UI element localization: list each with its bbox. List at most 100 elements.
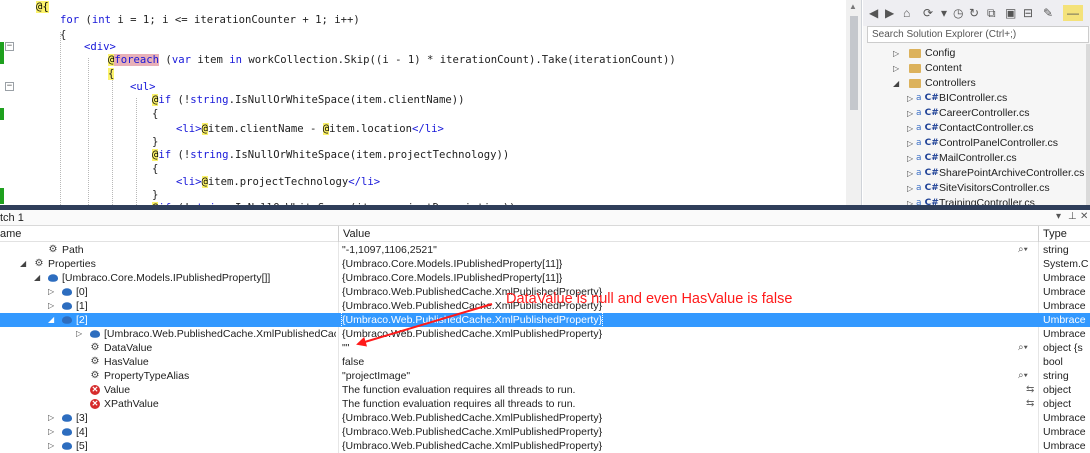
watch-value-cell[interactable]: false [342,355,364,369]
code-line[interactable]: { [60,28,66,42]
fold-collapse-icon[interactable]: − [5,42,14,51]
solution-item[interactable]: ▷ a C# TrainingController.cs [863,196,1085,205]
watch-value-cell[interactable]: "projectImage" [342,369,410,383]
fold-collapse-icon[interactable]: − [5,82,14,91]
code-line[interactable]: } [152,135,158,149]
watch-row[interactable]: ⚙ PropertyTypeAlias "projectImage" ⌕▾ string [0,369,1090,383]
watch-row[interactable]: ⚙ DataValue "" ⌕▾ object {s [0,341,1090,355]
expand-arrow-icon[interactable]: ▷ [48,299,54,313]
solution-item[interactable]: ▷ a C# SharePointArchiveController.cs [863,166,1085,181]
refresh-icon[interactable]: ↻ [969,5,979,21]
code-line[interactable]: } [152,188,158,202]
watch-value-cell[interactable]: {Umbraco.Core.Models.IPublishedProperty[… [342,257,562,271]
dropdown-icon[interactable]: ▾ [941,5,947,21]
collapse-arrow-icon[interactable]: ◢ [20,257,26,271]
window-position-dropdown-icon[interactable]: ▾ [1056,211,1061,222]
solution-item[interactable]: ▷ a C# BIController.cs [863,91,1085,106]
watch-row[interactable]: ✕ XPathValue The function evaluation requi… [0,397,1090,411]
code-line[interactable]: for (int i = 1; i <= iterationCounter + … [60,13,360,27]
expand-arrow-icon[interactable]: ▷ [907,121,913,136]
scroll-up-icon[interactable]: ▲ [849,2,857,11]
expand-arrow-icon[interactable]: ▷ [907,181,913,196]
watch-row[interactable]: ✕ Value The function evaluation requires a… [0,383,1090,397]
expand-arrow-icon[interactable]: ▷ [907,136,913,151]
watch-row[interactable]: ⚙ Path "-1,1097,1106,2521" ⌕▾ string [0,243,1090,257]
collapse-arrow-icon[interactable]: ◢ [34,271,40,285]
scrollbar-thumb[interactable] [850,16,858,110]
refresh-evaluation-icon[interactable]: ⇆ [1026,383,1034,397]
code-line[interactable]: @if (!string.IsNullOrWhiteSpace(item.pro… [152,148,509,162]
code-line[interactable]: <li>@item.clientName - @item.location</l… [176,122,444,136]
solution-search-input[interactable]: Search Solution Explorer (Ctrl+;) [867,26,1089,43]
properties-wrench-icon[interactable]: ✎ [1043,5,1053,21]
watch-value-cell[interactable]: "" [342,341,349,355]
watch-row[interactable]: ▷ [Umbraco.Web.PublishedCache.XmlPublishe… [0,327,1090,341]
solution-item[interactable]: ▷ a C# ContactController.cs [863,121,1085,136]
watch-value-cell[interactable]: The function evaluation requires all thr… [342,383,575,397]
solution-item[interactable]: ▷ a C# MailController.cs [863,151,1085,166]
refresh-evaluation-icon[interactable]: ⇆ [1026,397,1034,411]
solution-item[interactable]: ▷ a C# CareerController.cs [863,106,1085,121]
pending-changes-icon[interactable]: ◷ [953,5,963,21]
visualizer-magnifier-icon[interactable]: ⌕▾ [1018,369,1028,383]
view-code-icon[interactable]: ⊟ [1023,5,1033,21]
column-separator[interactable] [1038,226,1039,242]
solution-item[interactable]: ▷ a C# ControlPanelController.cs [863,136,1085,151]
visualizer-magnifier-icon[interactable]: ⌕▾ [1018,341,1028,355]
collapse-arrow-icon[interactable]: ◢ [893,76,899,91]
watch-value-cell[interactable]: "-1,1097,1106,2521" [342,243,437,257]
column-value-header[interactable]: Value [343,228,370,240]
watch-value-cell[interactable]: {Umbraco.Web.PublishedCache.XmlPublished… [342,439,602,453]
expand-arrow-icon[interactable]: ▷ [893,46,899,61]
back-icon[interactable]: ◀ [869,5,878,21]
code-line[interactable]: <ul> [130,80,156,94]
expand-arrow-icon[interactable]: ▷ [48,285,54,299]
sync-icon[interactable]: ⟳ [923,5,933,21]
collapse-all-icon[interactable]: ⧉ [987,5,996,21]
code-line[interactable]: @if (!string.IsNullOrWhiteSpace(item.cli… [152,93,465,107]
expand-arrow-icon[interactable]: ▷ [48,411,54,425]
watch-row[interactable]: ▷ [4] {Umbraco.Web.PublishedCache.XmlPubli… [0,425,1090,439]
code-line[interactable]: @foreach (var item in workCollection.Ski… [108,53,676,67]
expand-arrow-icon[interactable]: ▷ [907,196,913,205]
editor-vertical-scrollbar[interactable]: ▲ [846,0,861,205]
column-name-header[interactable]: ame [0,228,21,240]
home-icon[interactable]: ⌂ [903,5,910,21]
solution-scrollbar[interactable] [1086,44,1090,205]
watch-row[interactable]: ◢ [Umbraco.Core.Models.IPublishedProperty… [0,271,1090,285]
expand-arrow-icon[interactable]: ▷ [907,91,913,106]
show-all-files-icon[interactable]: ▣ [1005,5,1016,21]
watch-row[interactable]: ▷ [3] {Umbraco.Web.PublishedCache.XmlPubli… [0,411,1090,425]
watch-value-cell[interactable]: {Umbraco.Web.PublishedCache.XmlPublished… [342,411,602,425]
expand-arrow-icon[interactable]: ▷ [48,439,54,453]
watch-value-cell[interactable]: {Umbraco.Core.Models.IPublishedProperty[… [342,271,562,285]
code-line[interactable]: <li>@item.projectTechnology</li> [176,175,380,189]
pin-icon[interactable]: ⊥ [1068,211,1077,222]
watch-row[interactable]: ▷ [5] {Umbraco.Web.PublishedCache.XmlPubli… [0,439,1090,453]
expand-arrow-icon[interactable]: ▷ [893,61,899,76]
expand-arrow-icon[interactable]: ▷ [907,166,913,181]
code-line[interactable]: { [152,107,158,121]
code-editor[interactable]: − − @{ for (int i = 1; i <= iterationCoun… [0,0,862,205]
code-line[interactable]: { [152,162,158,176]
watch-value-cell[interactable]: {Umbraco.Web.PublishedCache.XmlPublished… [340,312,604,328]
solution-item[interactable]: ▷ a C# SiteVisitorsController.cs [863,181,1085,196]
code-line[interactable]: @{ [36,0,49,14]
solution-item[interactable]: ▷ Content [863,61,1085,76]
column-type-header[interactable]: Type [1043,228,1067,240]
watch-row[interactable]: ⚙ HasValue false bool [0,355,1090,369]
collapse-arrow-icon[interactable]: ◢ [48,313,54,327]
code-line[interactable]: { [108,67,115,81]
expand-arrow-icon[interactable]: ▷ [907,106,913,121]
expand-arrow-icon[interactable]: ▷ [76,327,82,341]
code-line[interactable]: <div> [84,40,116,54]
close-icon[interactable]: ✕ [1080,211,1088,222]
visualizer-magnifier-icon[interactable]: ⌕▾ [1018,243,1028,257]
forward-icon[interactable]: ▶ [885,5,894,21]
watch-value-cell[interactable]: The function evaluation requires all thr… [342,397,575,411]
expand-arrow-icon[interactable]: ▷ [907,151,913,166]
watch-row[interactable]: ◢ [2] {Umbraco.Web.PublishedCache.XmlPubli… [0,312,1090,328]
solution-item[interactable]: ◢ Controllers [863,76,1085,91]
watch-value-cell[interactable]: {Umbraco.Web.PublishedCache.XmlPublished… [342,425,602,439]
expand-arrow-icon[interactable]: ▷ [48,425,54,439]
